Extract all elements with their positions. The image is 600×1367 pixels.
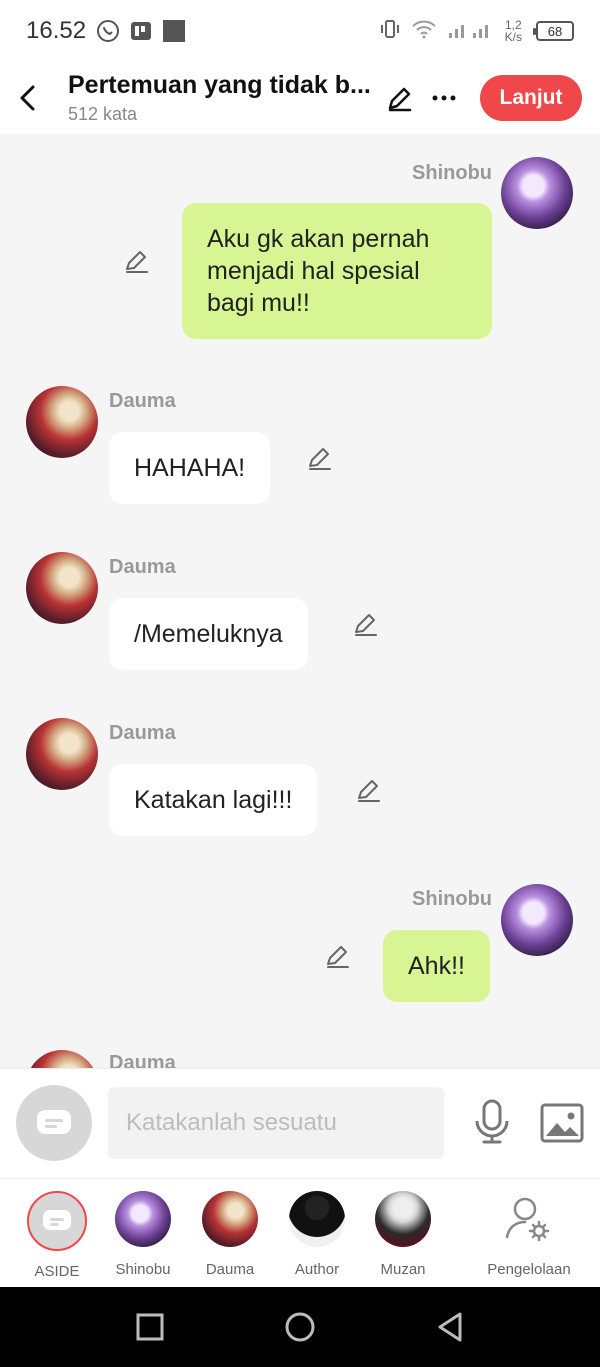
message-bubble[interactable]: /Memeluknya — [109, 598, 308, 670]
avatar-dauma[interactable] — [26, 1050, 98, 1068]
sender-name: Shinobu — [412, 162, 492, 184]
pencil-icon[interactable] — [352, 610, 380, 638]
avatar-shinobu[interactable] — [501, 884, 573, 956]
notification-app-icon — [130, 20, 152, 42]
story-header: Pertemuan yang tidak b... 512 kata Lanju… — [0, 62, 600, 134]
vibrate-icon — [379, 18, 401, 45]
chevron-left-icon — [20, 85, 35, 111]
continue-button[interactable]: Lanjut — [480, 75, 582, 121]
more-options-button[interactable] — [422, 76, 466, 120]
sender-name: Shinobu — [412, 888, 492, 910]
character-label: Muzan — [380, 1261, 426, 1278]
wifi-icon — [411, 19, 437, 44]
sender-name: Dauma — [109, 556, 176, 578]
character-shinobu[interactable]: Shinobu — [100, 1191, 186, 1278]
story-title[interactable]: Pertemuan yang tidak b... — [68, 71, 378, 100]
pencil-icon[interactable] — [123, 247, 151, 275]
word-count: 512 kata — [68, 104, 138, 124]
chat-bubble-icon — [37, 1110, 71, 1134]
character-bar: ASIDE Shinobu Dauma Author Muzan Pengelo… — [0, 1178, 600, 1287]
microphone-icon[interactable] — [472, 1099, 512, 1145]
avatar — [375, 1191, 431, 1247]
character-label: Author — [294, 1261, 340, 1278]
edit-title-button[interactable] — [378, 76, 422, 120]
gallery-notification-icon — [162, 19, 186, 43]
network-speed: 1,2 K/s — [505, 19, 522, 43]
more-horizontal-icon — [432, 95, 456, 101]
character-label: Shinobu — [115, 1261, 171, 1278]
message-input-bar — [0, 1068, 600, 1178]
pencil-icon — [388, 87, 412, 112]
message-bubble[interactable]: Katakan lagi!!! — [109, 764, 318, 836]
sender-name: Dauma — [109, 722, 176, 744]
status-bar: 16.52 1,2 K/s 68 — [0, 0, 600, 62]
character-management[interactable]: Pengelolaan — [480, 1191, 578, 1278]
title-block: Pertemuan yang tidak b... 512 kata — [68, 71, 378, 125]
character-dauma[interactable]: Dauma — [187, 1191, 273, 1278]
avatar — [289, 1191, 345, 1247]
character-aside[interactable]: ASIDE — [14, 1191, 100, 1280]
character-muzan[interactable]: Muzan — [360, 1191, 446, 1278]
avatar-shinobu[interactable] — [501, 157, 573, 229]
signal-icon — [447, 19, 495, 44]
aside-avatar — [27, 1191, 87, 1251]
whatsapp-icon — [96, 19, 120, 43]
character-label: Pengelolaan — [487, 1261, 571, 1278]
speed-unit: K/s — [504, 30, 522, 44]
android-nav-bar — [0, 1287, 600, 1367]
aside-toggle-button[interactable] — [16, 1085, 92, 1161]
status-right: 1,2 K/s 68 — [379, 18, 574, 45]
message-bubble[interactable]: Ahk!! — [383, 930, 490, 1002]
recent-apps-icon[interactable] — [132, 1309, 168, 1345]
avatar — [202, 1191, 258, 1247]
back-button[interactable] — [0, 62, 56, 134]
character-label: Dauma — [205, 1261, 255, 1278]
chat-bubble-icon — [43, 1210, 71, 1230]
pencil-icon[interactable] — [355, 776, 383, 804]
character-author[interactable]: Author — [274, 1191, 360, 1278]
chat-area[interactable]: Shinobu Aku gk akan pernah menjadi hal s… — [0, 134, 600, 1068]
avatar-dauma[interactable] — [26, 718, 98, 790]
character-label: ASIDE — [34, 1263, 80, 1280]
message-bubble[interactable]: HAHAHA! — [109, 432, 271, 504]
avatar-dauma[interactable] — [26, 386, 98, 458]
message-input[interactable] — [108, 1087, 444, 1159]
sender-name: Dauma — [109, 1052, 176, 1068]
pencil-icon[interactable] — [306, 444, 334, 472]
avatar-dauma[interactable] — [26, 552, 98, 624]
sender-name: Dauma — [109, 390, 176, 412]
pencil-icon[interactable] — [324, 942, 352, 970]
message-bubble[interactable]: Aku gk akan pernah menjadi hal spesial b… — [182, 203, 492, 339]
user-settings-icon — [505, 1197, 550, 1242]
back-triangle-icon[interactable] — [432, 1309, 468, 1345]
avatar — [115, 1191, 171, 1247]
image-icon[interactable] — [540, 1103, 584, 1143]
home-icon[interactable] — [282, 1309, 318, 1345]
status-time: 16.52 — [26, 17, 87, 44]
battery-indicator: 68 — [533, 21, 574, 41]
